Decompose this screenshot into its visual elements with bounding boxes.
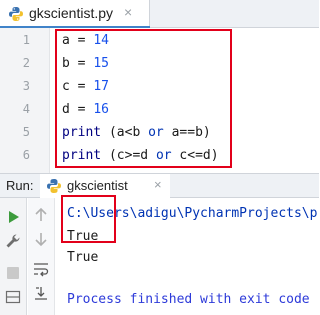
line-number: 1 [22, 33, 30, 47]
run-panel-header: Run: gkscientist × [0, 173, 319, 198]
line-number: 3 [22, 79, 30, 93]
editor-tab-gkscientist[interactable]: gkscientist.py × [0, 0, 150, 29]
console-toolbar [28, 198, 55, 315]
down-icon[interactable] [32, 230, 50, 248]
run-tab-close-icon[interactable]: × [154, 177, 162, 192]
python-file-icon [9, 7, 23, 21]
stop-icon[interactable] [4, 264, 22, 282]
layout-icon[interactable] [4, 288, 22, 306]
run-tab-title: gkscientist [67, 178, 128, 193]
rerun-icon[interactable] [4, 208, 22, 226]
code-editor[interactable]: 1 2 3 4 5 6 7 a = 14 b = 15 c = 17 d = 1… [0, 28, 319, 185]
line-number: 5 [22, 125, 30, 139]
wrench-icon[interactable] [4, 232, 22, 250]
up-icon[interactable] [32, 206, 50, 224]
line-number-gutter: 1 2 3 4 5 6 7 [0, 28, 50, 185]
soft-wrap-icon[interactable] [32, 260, 50, 278]
output-highlight-box [61, 195, 116, 243]
run-label: Run: [6, 178, 34, 193]
run-toolbar [0, 198, 27, 315]
line-number: 6 [22, 148, 30, 162]
console-exit-line: Process finished with exit code [67, 292, 310, 307]
scroll-to-end-icon[interactable] [32, 284, 50, 302]
tab-close-icon[interactable]: × [124, 4, 132, 20]
editor-tab-title: gkscientist.py [29, 5, 114, 21]
python-run-config-icon [47, 179, 61, 193]
console-output-line: True [67, 250, 99, 265]
line-number: 2 [22, 56, 30, 70]
editor-tab-bar: gkscientist.py × [0, 0, 319, 29]
code-highlight-box [55, 29, 232, 168]
line-number: 4 [22, 102, 30, 116]
